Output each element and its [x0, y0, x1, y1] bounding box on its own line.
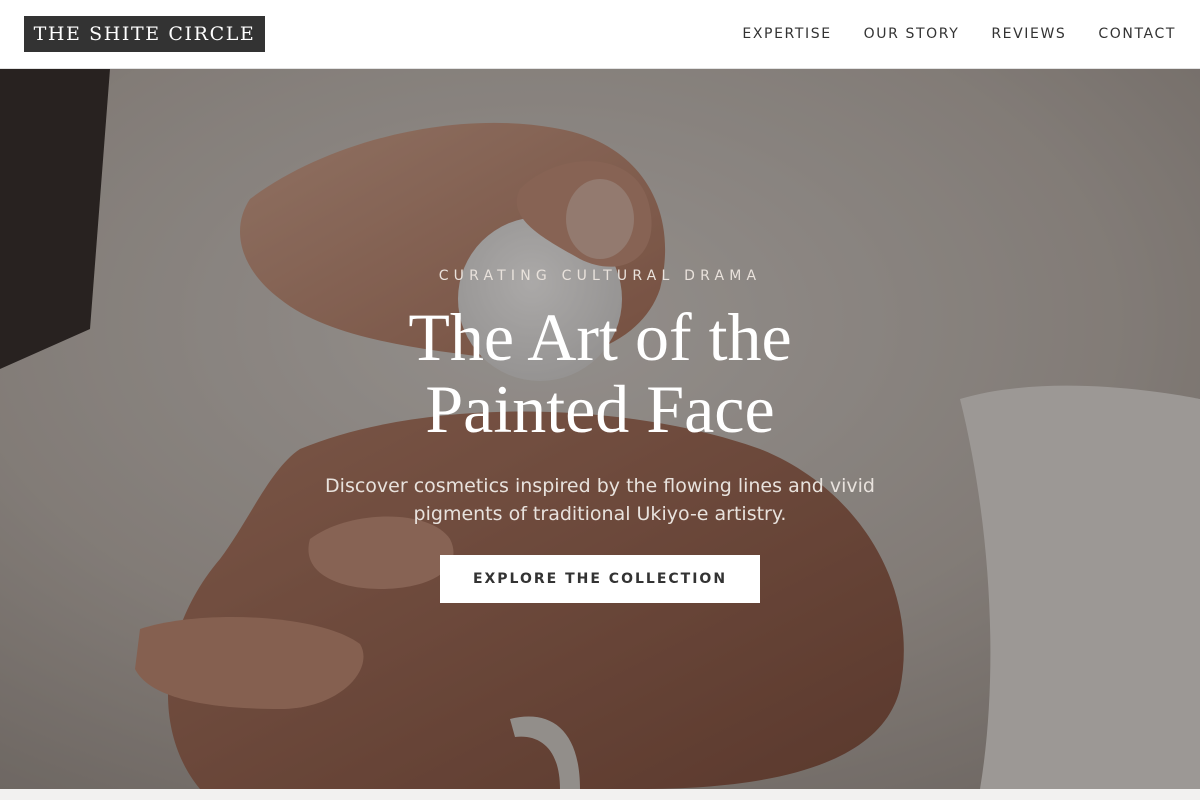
site-logo[interactable]: THE SHITE CIRCLE — [24, 16, 265, 52]
explore-collection-button[interactable]: EXPLORE THE COLLECTION — [440, 555, 760, 603]
hero-title-line-2: Painted Face — [425, 371, 775, 447]
hero-title: The Art of the Painted Face — [0, 301, 1200, 445]
nav-link-our-story[interactable]: OUR STORY — [864, 26, 960, 42]
site-header: THE SHITE CIRCLE EXPERTISE OUR STORY REV… — [0, 0, 1200, 69]
hero-content: CURATING CULTURAL DRAMA The Art of the P… — [0, 69, 1200, 789]
nav-link-reviews[interactable]: REVIEWS — [991, 26, 1066, 42]
nav-link-contact[interactable]: CONTACT — [1098, 26, 1176, 42]
hero-eyebrow: CURATING CULTURAL DRAMA — [438, 268, 762, 284]
hero-subtitle-line-1: Discover cosmetics inspired by the flowi… — [325, 475, 875, 497]
nav-link-expertise[interactable]: EXPERTISE — [742, 26, 831, 42]
hero-section: CURATING CULTURAL DRAMA The Art of the P… — [0, 69, 1200, 789]
hero-subtitle-line-2: pigments of traditional Ukiyo-e artistry… — [413, 503, 787, 525]
hero-subtitle: Discover cosmetics inspired by the flowi… — [300, 472, 900, 528]
main-nav: EXPERTISE OUR STORY REVIEWS CONTACT — [742, 0, 1176, 68]
hero-title-line-1: The Art of the — [408, 299, 792, 375]
next-section-edge — [0, 789, 1200, 800]
